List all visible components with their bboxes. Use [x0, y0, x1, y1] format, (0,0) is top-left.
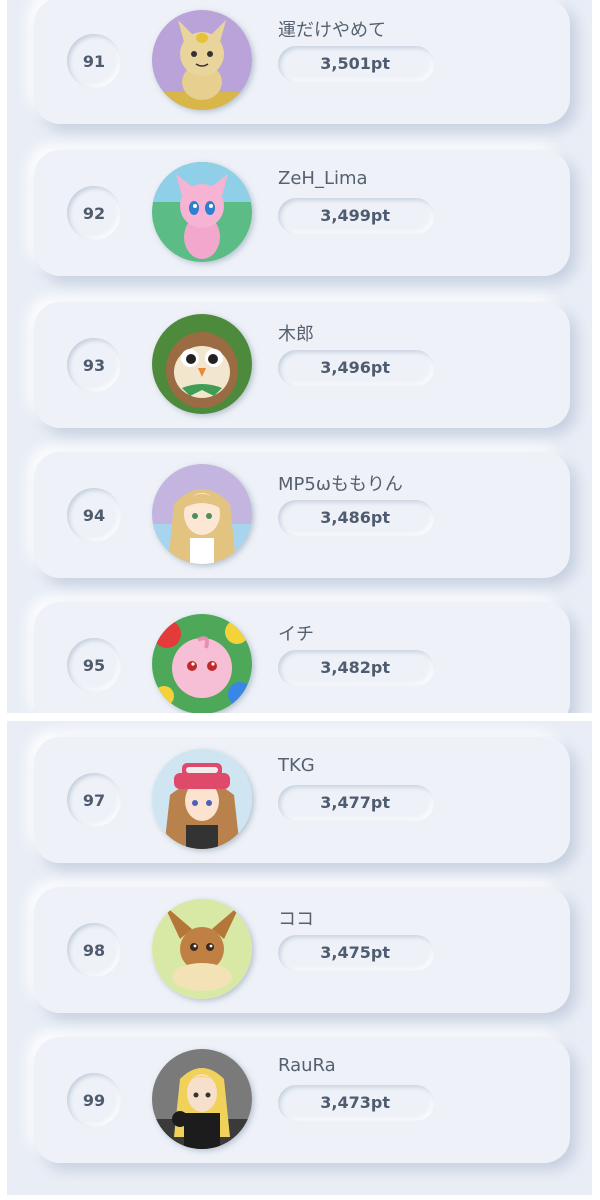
score-value: 3,473pt — [320, 1093, 390, 1112]
score-pill: 3,486pt — [278, 500, 434, 536]
score-value: 3,477pt — [320, 793, 390, 812]
user-name: イチ — [278, 624, 314, 645]
rank-badge: 94 — [67, 488, 121, 542]
user-name: ココ — [278, 909, 314, 930]
user-name: RauRa — [278, 1055, 336, 1076]
score-pill: 3,501pt — [278, 46, 434, 82]
screenshot-divider — [0, 713, 600, 721]
ranking-list-bottom: 97 TKG 3,477pt 98 ココ 3,475pt 99 RauRa 3,… — [7, 721, 592, 1195]
score-pill: 3,499pt — [278, 198, 434, 234]
eevee-icon[interactable] — [152, 899, 252, 999]
user-name: ZeH_Lima — [278, 168, 368, 189]
ranking-card[interactable]: 93 木郎 3,496pt — [34, 302, 570, 428]
score-value: 3,486pt — [320, 508, 390, 527]
score-pill: 3,475pt — [278, 935, 434, 971]
igglybuff-icon[interactable] — [152, 614, 252, 713]
user-name: MP5ωももりん — [278, 474, 403, 495]
rank-badge: 91 — [67, 34, 121, 88]
ranking-card[interactable]: 99 RauRa 3,473pt — [34, 1037, 570, 1163]
ranking-list-top: 91 運だけやめて 3,501pt 92 ZeH_Lima 3,499pt 93… — [7, 0, 592, 713]
score-value: 3,501pt — [320, 54, 390, 73]
rank-badge: 92 — [67, 186, 121, 240]
score-pill: 3,477pt — [278, 785, 434, 821]
rank-badge: 99 — [67, 1073, 121, 1127]
score-value: 3,496pt — [320, 358, 390, 377]
cynthia-icon[interactable] — [152, 1049, 252, 1149]
rank-badge: 95 — [67, 638, 121, 692]
rank-badge: 93 — [67, 338, 121, 392]
user-name: 運だけやめて — [278, 20, 386, 41]
user-name: 木郎 — [278, 324, 314, 345]
ranking-card[interactable]: 97 TKG 3,477pt — [34, 737, 570, 863]
rowlet-icon[interactable] — [152, 314, 252, 414]
ranking-card[interactable]: 95 イチ 3,482pt — [34, 602, 570, 713]
score-value: 3,499pt — [320, 206, 390, 225]
score-value: 3,482pt — [320, 658, 390, 677]
ranking-card[interactable]: 91 運だけやめて 3,501pt — [34, 0, 570, 124]
ranking-card[interactable]: 94 MP5ωももりん 3,486pt — [34, 452, 570, 578]
score-pill: 3,496pt — [278, 350, 434, 386]
lillie-icon[interactable] — [152, 464, 252, 564]
mew-icon[interactable] — [152, 162, 252, 262]
meowth-icon[interactable] — [152, 10, 252, 110]
ranking-card[interactable]: 92 ZeH_Lima 3,499pt — [34, 150, 570, 276]
user-name: TKG — [278, 755, 315, 776]
rank-badge: 98 — [67, 923, 121, 977]
score-value: 3,475pt — [320, 943, 390, 962]
score-pill: 3,482pt — [278, 650, 434, 686]
score-pill: 3,473pt — [278, 1085, 434, 1121]
ranking-card[interactable]: 98 ココ 3,475pt — [34, 887, 570, 1013]
rank-badge: 97 — [67, 773, 121, 827]
serena-icon[interactable] — [152, 749, 252, 849]
